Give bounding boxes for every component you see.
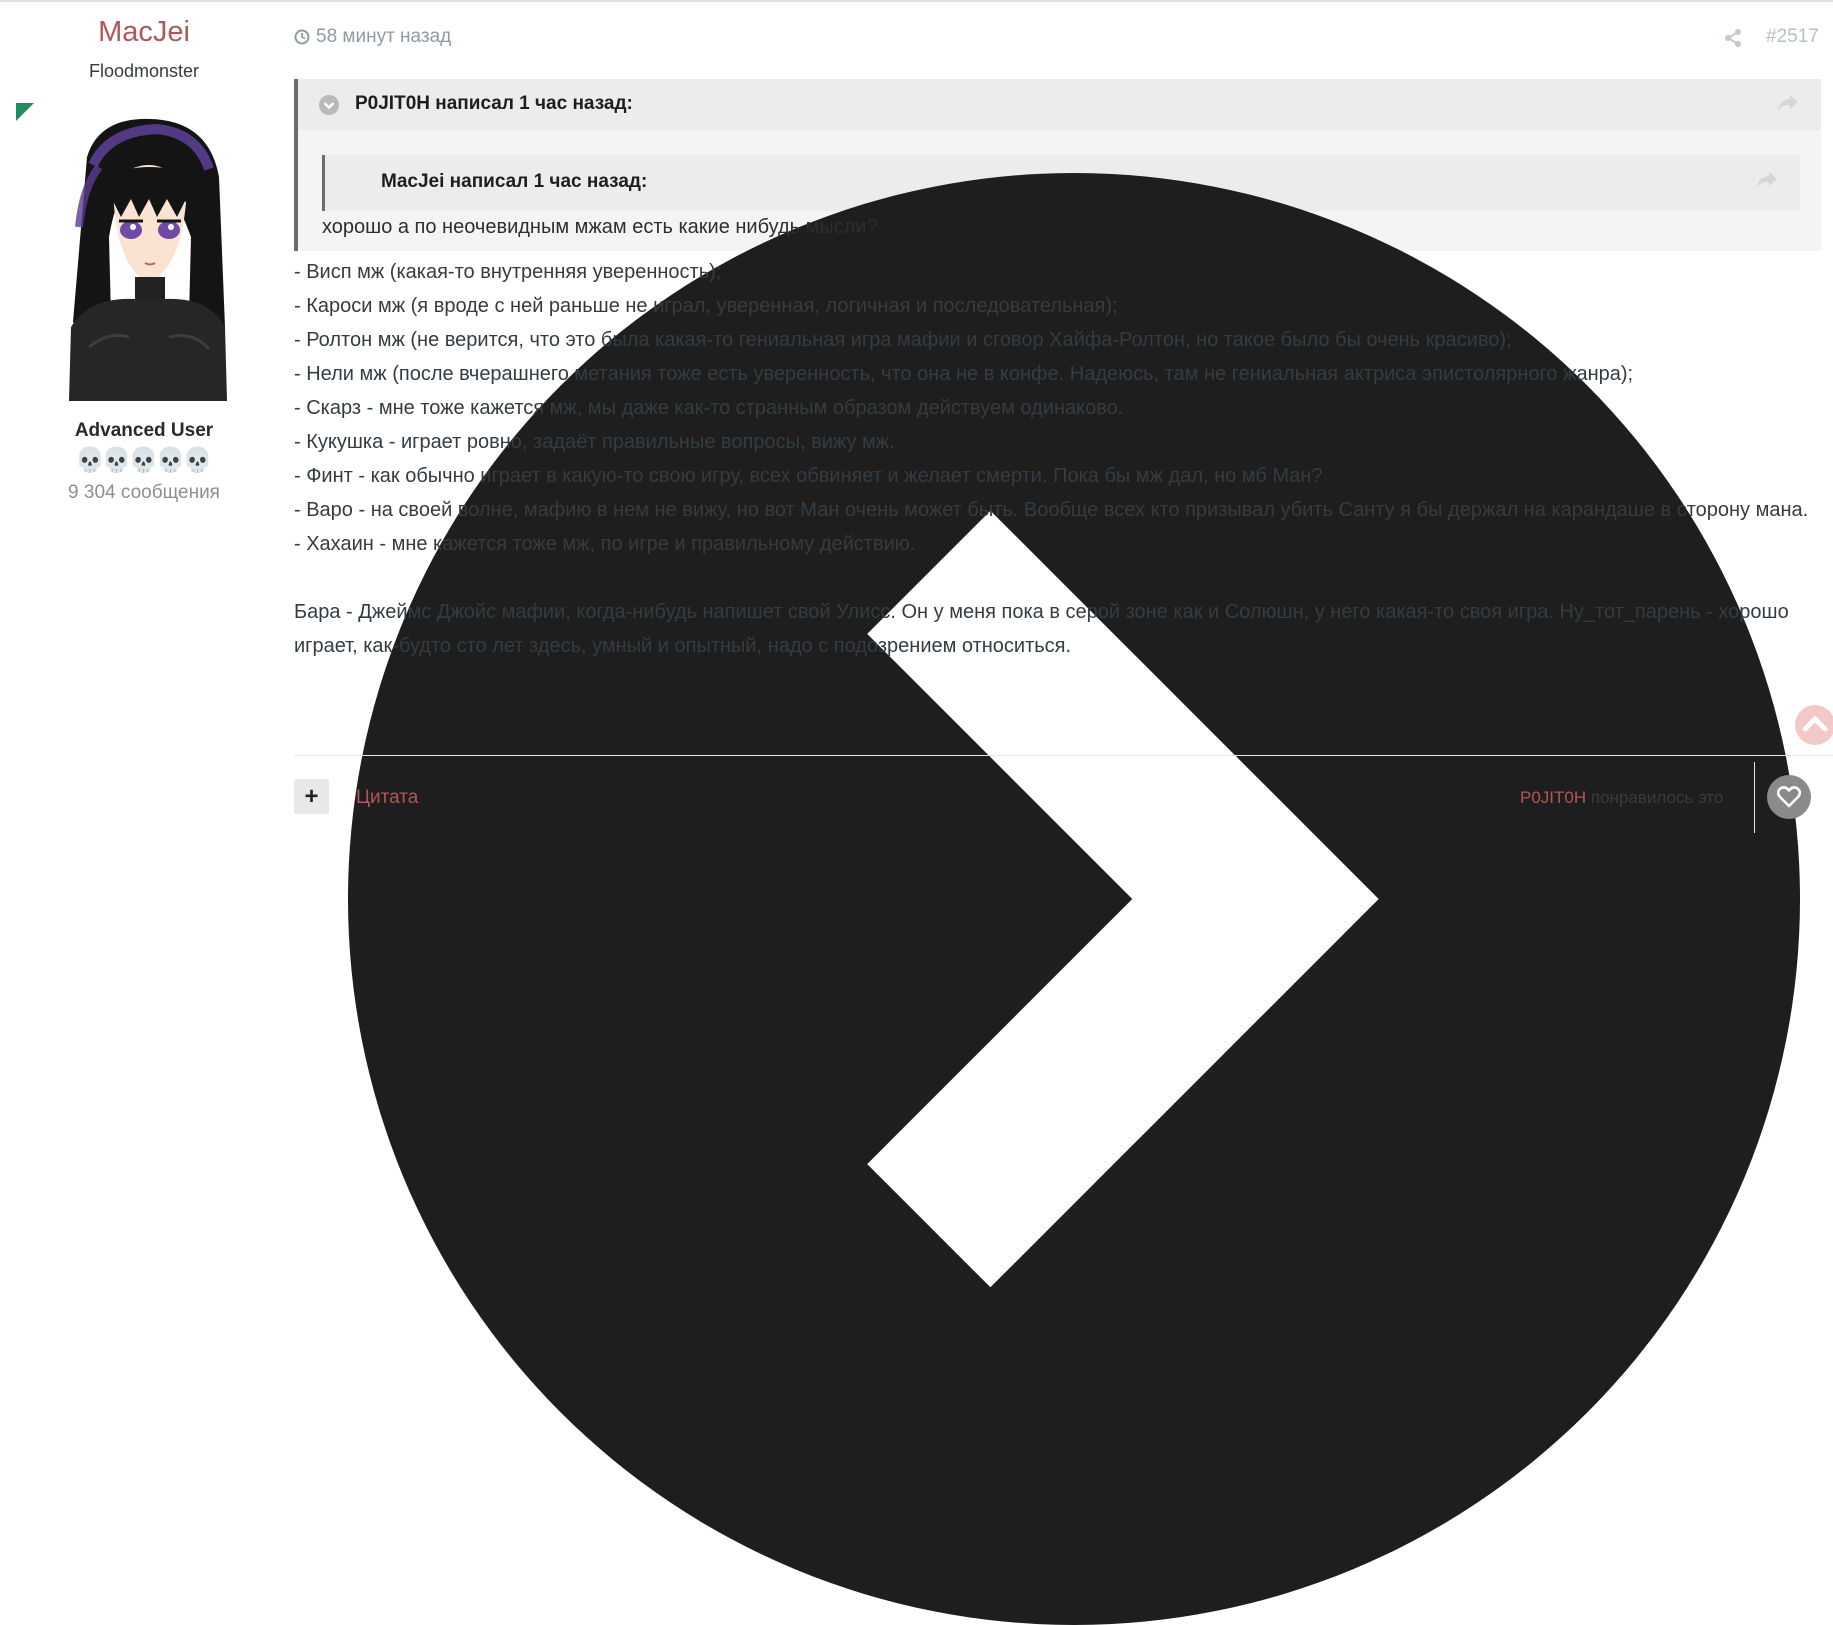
- footer-divider: [294, 755, 1833, 756]
- author-group: Floodmonster: [88, 61, 200, 81]
- post-line: - Нели мж (после вчерашнего метания тоже…: [294, 363, 1634, 385]
- post-line: - Хахаин - мне кажется тоже мж, по игре …: [294, 533, 916, 555]
- post-line: - Кароси мж (я вроде с ней раньше не игр…: [294, 295, 1118, 317]
- clock-icon: [294, 29, 310, 45]
- heart-icon: [1777, 786, 1801, 808]
- liker-link[interactable]: P0JIT0H: [1520, 788, 1586, 807]
- go-to-nested-quote-arrow-icon[interactable]: [1756, 170, 1778, 190]
- post-content: - Висп мж (какая-то внутренняя увереннос…: [294, 255, 1814, 663]
- scroll-to-top-button[interactable]: [1795, 705, 1833, 745]
- avatar[interactable]: [69, 117, 227, 401]
- post-number-link[interactable]: #2517: [1766, 26, 1819, 48]
- reaction-divider: [1754, 762, 1755, 833]
- share-icon[interactable]: [1723, 28, 1743, 48]
- top-divider: [0, 0, 1833, 2]
- post-line: - Скарз - мне тоже кажется мж, мы даже к…: [294, 397, 1124, 419]
- post-time-text: 58 минут назад: [316, 26, 452, 47]
- post-line: - Финт - как обычно играет в какую-то св…: [294, 465, 1323, 487]
- online-indicator-icon: [16, 103, 34, 121]
- liked-text: понравилось это: [1586, 788, 1724, 807]
- like-button[interactable]: [1767, 775, 1811, 819]
- author-name[interactable]: MacJei: [0, 16, 288, 49]
- collapse-chevron-icon[interactable]: [319, 95, 339, 115]
- go-to-quote-arrow-icon[interactable]: [1777, 93, 1799, 113]
- chevron-up-icon: [1802, 715, 1828, 732]
- quote-text: хорошо а по неочевидным мжам есть какие …: [322, 216, 878, 238]
- author-rank: Advanced User: [74, 420, 214, 441]
- post-line: - Ролтон мж (не верится, что это была ка…: [294, 329, 1512, 351]
- post-line: - Висп мж (какая-то внутренняя увереннос…: [294, 261, 722, 283]
- reactions-summary: P0JIT0H понравилось это: [1520, 788, 1723, 808]
- quote-button[interactable]: Цитата: [356, 787, 418, 809]
- multiquote-button[interactable]: +: [294, 779, 329, 814]
- post-closing-paragraph: Бара - Джеймс Джойс мафии, когда-нибудь …: [294, 601, 1789, 657]
- quote-header: P0JIT0H написал 1 час назад:: [298, 79, 1821, 130]
- post-line: - Варо - на своей волне, мафию в нем не …: [294, 499, 1809, 521]
- quote-block: P0JIT0H написал 1 час назад: MacJei напи…: [294, 79, 1821, 1625]
- post-line: - Кукушка - играет ровно, задаёт правиль…: [294, 431, 895, 453]
- author-post-count: 9 304 сообщения: [68, 482, 220, 503]
- nested-quote-author-title: MacJei написал 1 час назад:: [381, 171, 648, 192]
- nested-quote-header: MacJei написал 1 час назад:: [322, 155, 1800, 1625]
- rank-pips-icon: 💀💀💀💀💀: [75, 447, 212, 474]
- post-timestamp[interactable]: 58 минут назад: [294, 26, 451, 48]
- quote-author-title: P0JIT0H написал 1 час назад:: [355, 93, 633, 114]
